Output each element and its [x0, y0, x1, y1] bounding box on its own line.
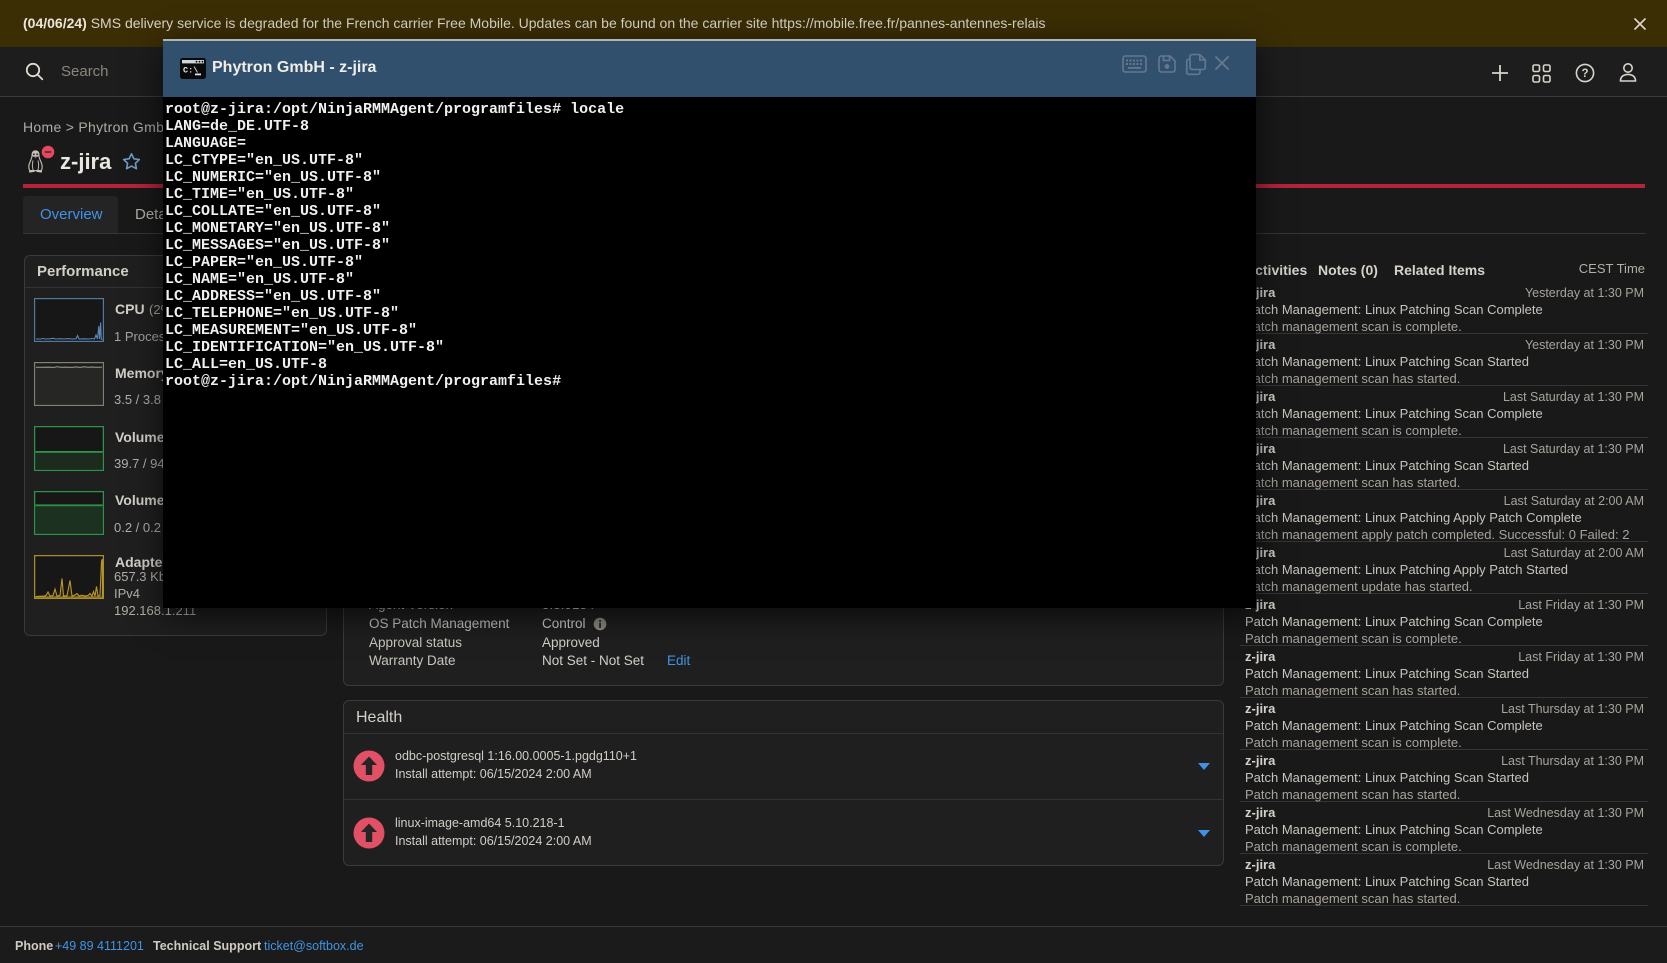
svg-text:?: ?	[1581, 68, 1588, 80]
